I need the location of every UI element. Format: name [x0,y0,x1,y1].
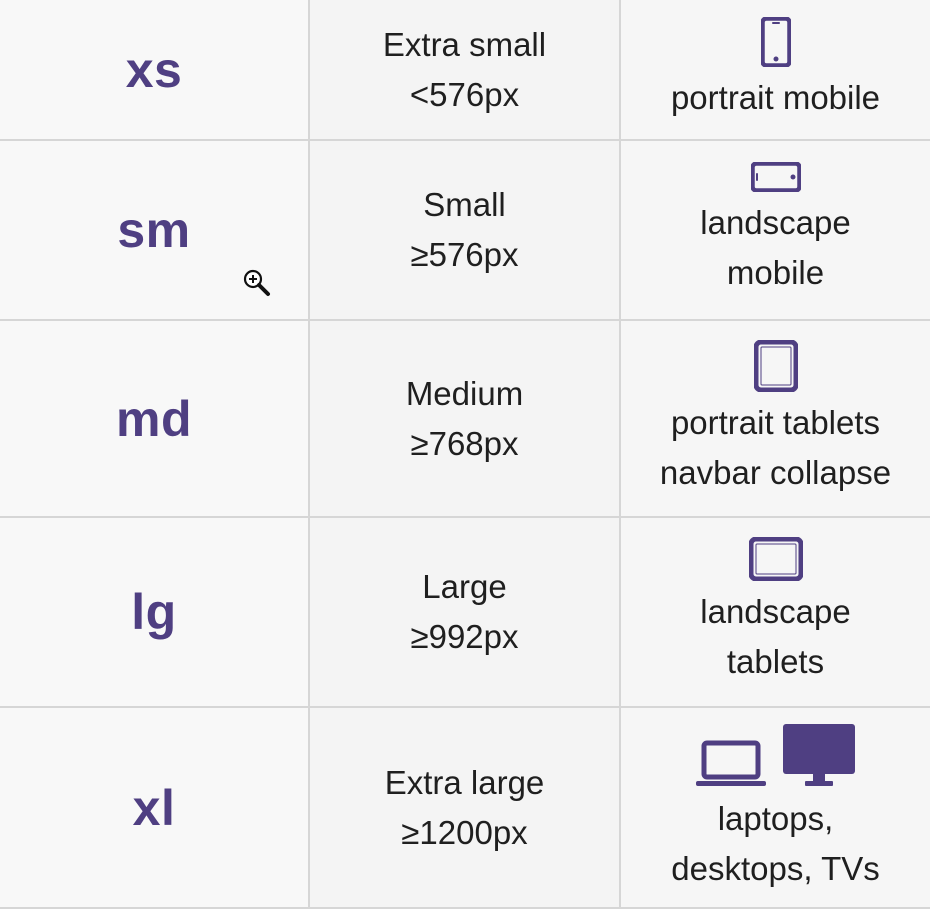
breakpoint-code: lg [131,584,177,640]
breakpoint-code: sm [117,202,191,258]
size-name: Small [423,186,506,223]
monitor-icon [782,723,855,786]
breakpoint-size-cell: Large ≥992px [310,518,621,708]
size-range: <576px [409,75,520,113]
device-label: landscape [700,593,851,630]
size-name: Large [422,568,507,605]
device-cell: landscape mobile [621,141,930,321]
breakpoint-size-cell: Medium ≥768px [310,321,621,518]
device-label: portrait mobile [670,78,881,116]
device-label-line2: tablets [726,643,825,680]
size-range: ≥992px [410,618,519,655]
size-name: Extra small [382,25,547,63]
device-label-line2: desktops, TVs [671,849,880,887]
tablet-landscape-icon [748,537,803,581]
laptop-icon [695,740,766,786]
size-range: ≥768px [410,424,519,462]
device-note: navbar collapse [659,453,892,491]
device-label-line2: mobile [726,254,825,291]
device-label: laptops, [717,799,834,837]
breakpoint-code: xl [132,779,176,836]
zoom-in-cursor-icon [243,269,270,296]
device-label: portrait tablets [670,403,881,441]
breakpoint-size-cell: Extra small <576px [310,0,621,141]
phone-portrait-icon [760,16,791,67]
breakpoint-code: xs [125,41,183,98]
breakpoint-size-cell: Small ≥576px [310,141,621,321]
breakpoint-code-cell: xs [0,0,310,141]
breakpoint-code-cell: md [0,321,310,518]
size-name: Medium [405,374,524,412]
device-label: landscape [700,204,851,241]
size-range: ≥1200px [401,813,528,851]
device-cell: portrait tablets navbar collapse [621,321,930,518]
breakpoint-code-cell: xl [0,708,310,909]
size-range: ≥576px [410,236,519,273]
breakpoint-size-cell: Extra large ≥1200px [310,708,621,909]
device-cell: laptops, desktops, TVs [621,708,930,909]
device-cell: portrait mobile [621,0,930,141]
phone-landscape-icon [750,162,801,192]
breakpoint-code-cell: lg [0,518,310,708]
size-name: Extra large [384,763,545,801]
tablet-portrait-icon [753,339,798,392]
breakpoint-code: md [116,390,192,447]
device-cell: landscape tablets [621,518,930,708]
breakpoint-table: xs Extra small <576px portrait mobile sm… [0,0,930,909]
